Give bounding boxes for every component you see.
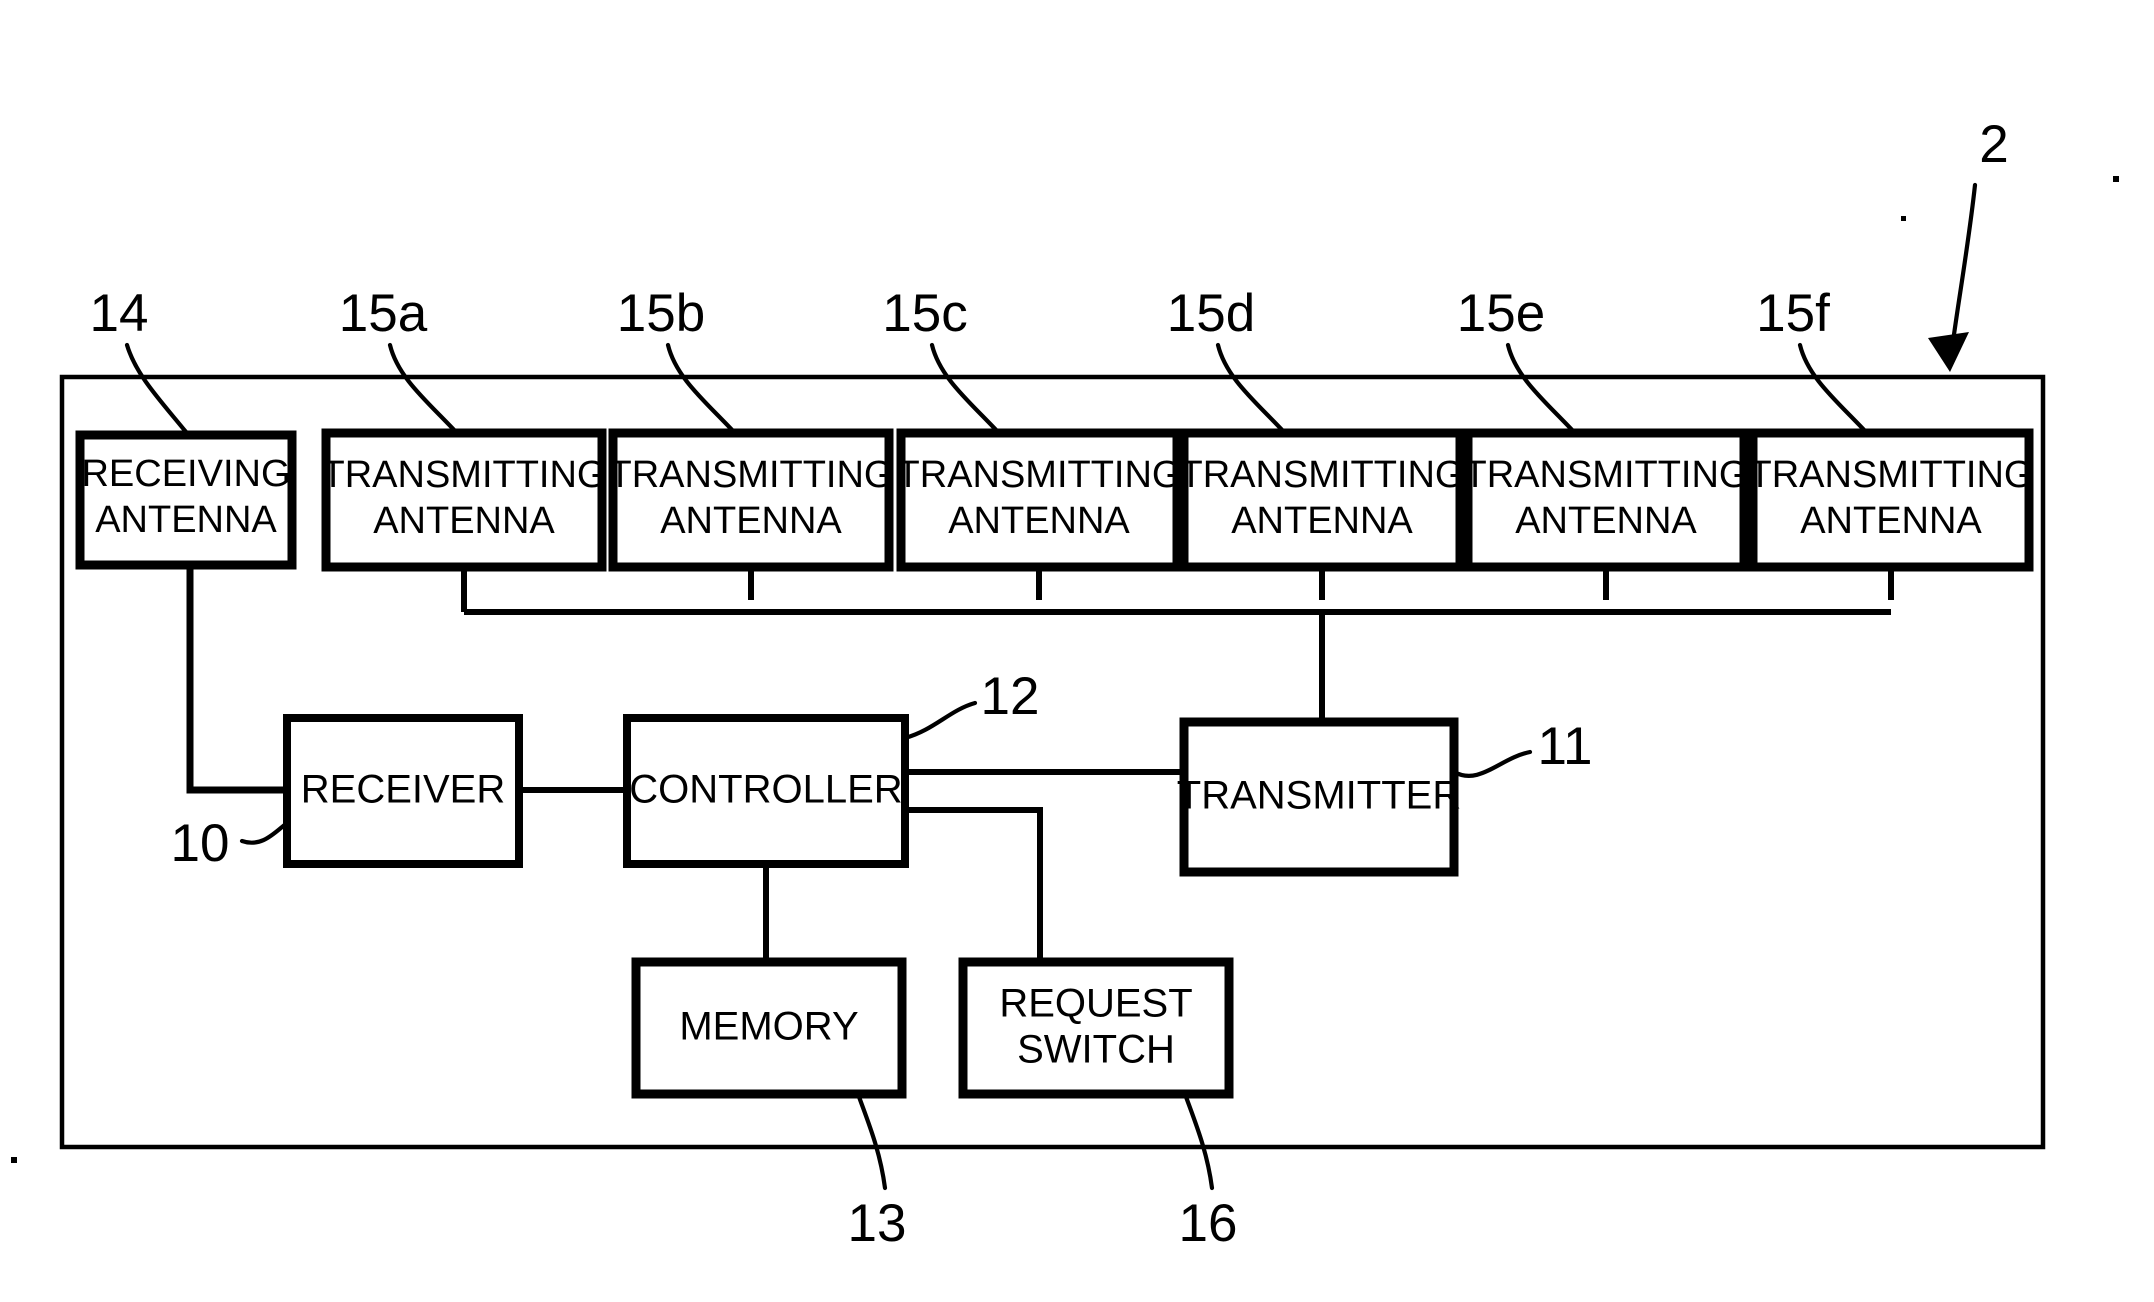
ref-num-memory: 13 [848, 1194, 907, 1253]
request-switch-label-line1: REQUEST [999, 982, 1192, 1026]
ref-num-transmitting-antenna-b: 15b [617, 284, 705, 343]
ref-num-request-switch: 16 [1179, 1194, 1238, 1253]
ref-15e-leader-line [1505, 342, 1577, 435]
transmitting-antenna-d-label-line2: ANTENNA [1231, 500, 1413, 542]
transmitting-antenna-a-label-line1: TRANSMITTING [322, 454, 607, 496]
ref-num-transmitting-antenna-c: 15c [882, 284, 967, 343]
ref-15f-leader-line [1797, 342, 1869, 435]
ref-10-leader-line [239, 820, 290, 845]
transmitting-antenna-f-label-line2: ANTENNA [1800, 500, 1982, 542]
ref-14-leader-line [124, 342, 189, 435]
ref-num-receiving-antenna: 14 [90, 284, 149, 343]
transmitting-antenna-a-label-line2: ANTENNA [373, 500, 555, 542]
transmitting-antenna-b-label-line1: TRANSMITTING [609, 454, 894, 496]
receiver-label: RECEIVER [301, 768, 506, 812]
ref-11-leader-line [1451, 749, 1533, 778]
ref-15a-leader-line [387, 342, 459, 435]
scan-speck-left [11, 1157, 17, 1163]
ref-num-frame: 2 [1979, 115, 2008, 174]
ref-num-receiver: 10 [171, 814, 230, 873]
wire-controller-to-request-switch [905, 807, 1043, 962]
transmitting-antenna-c-label-line1: TRANSMITTING [897, 454, 1182, 496]
ref-num-transmitting-antenna-a: 15a [339, 284, 428, 343]
memory-label: MEMORY [679, 1005, 858, 1049]
ref-15b-leader-line [665, 342, 737, 435]
transmitter-label: TRANSMITTER [1177, 774, 1461, 818]
ref-num-transmitting-antenna-e: 15e [1457, 284, 1545, 343]
scan-speck-upper [1901, 216, 1906, 221]
transmitting-antenna-e-label-line1: TRANSMITTING [1464, 454, 1749, 496]
ref-13-leader-line [855, 1091, 888, 1191]
ref-num-controller: 12 [981, 667, 1040, 726]
ref-12-leader-line [902, 700, 978, 741]
receiving-antenna-label-line1: RECEIVING [81, 453, 290, 495]
ref-2-arrowhead [1928, 332, 1969, 372]
figure-canvas: 2 RECEIVING ANTENNA TRANSMITTING ANTENNA… [0, 0, 2154, 1302]
controller-label: CONTROLLER [629, 768, 902, 812]
scan-speck-right [2113, 176, 2119, 182]
transmitting-antenna-b-label-line2: ANTENNA [660, 500, 842, 542]
ref-16-leader-line [1182, 1091, 1215, 1191]
ref-num-transmitter: 11 [1537, 717, 1592, 776]
receiving-antenna-label-line2: ANTENNA [95, 499, 277, 541]
wire-receiving-antenna-to-receiver [186, 565, 287, 794]
ref-15c-leader-line [929, 342, 1001, 435]
ref-num-transmitting-antenna-d: 15d [1167, 284, 1255, 343]
transmitting-antenna-e-label-line2: ANTENNA [1515, 500, 1697, 542]
ref-15d-leader-line [1215, 342, 1287, 435]
patent-block-diagram: 2 RECEIVING ANTENNA TRANSMITTING ANTENNA… [11, 115, 2119, 1253]
transmitting-antenna-f-label-line1: TRANSMITTING [1749, 454, 2034, 496]
request-switch-label-line2: SWITCH [1017, 1028, 1175, 1072]
transmitting-antenna-d-label-line1: TRANSMITTING [1180, 454, 1465, 496]
transmitting-antenna-c-label-line2: ANTENNA [948, 500, 1130, 542]
ref-num-transmitting-antenna-f: 15f [1756, 284, 1830, 343]
